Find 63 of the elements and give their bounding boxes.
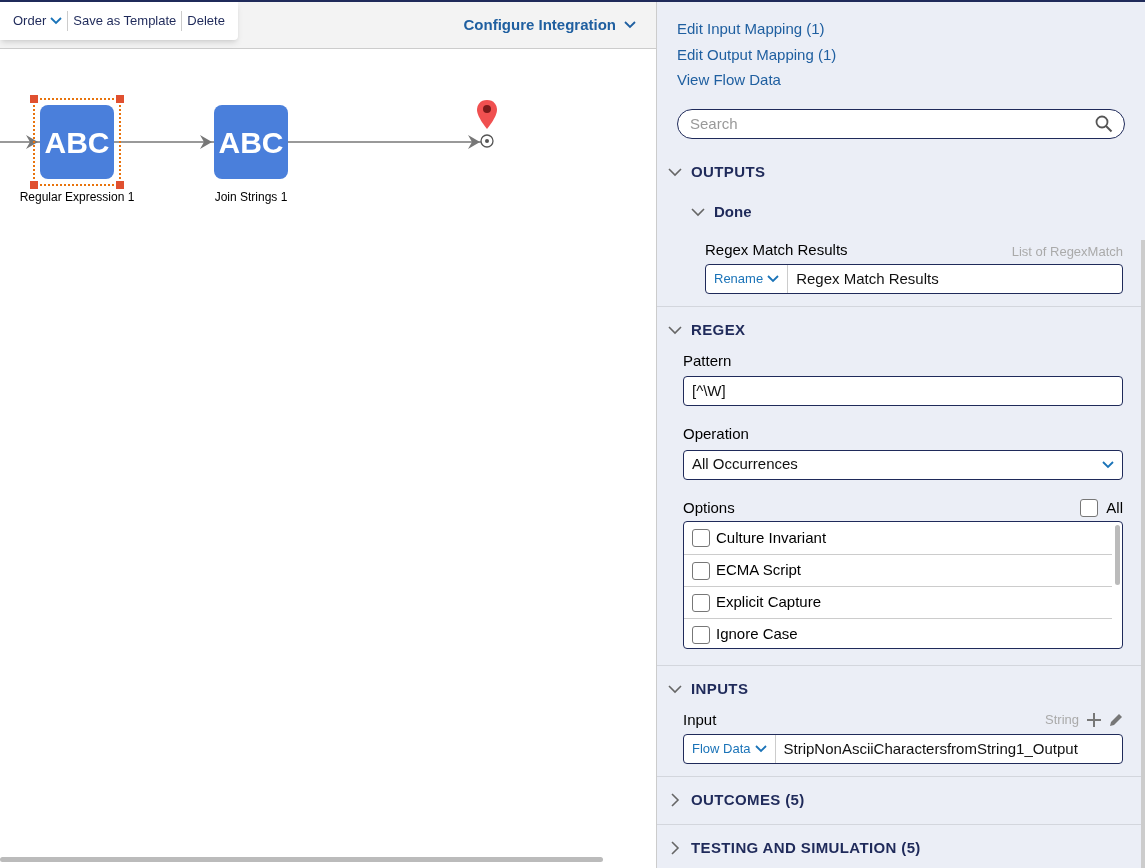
- mode-dropdown[interactable]: Flow Data: [684, 735, 776, 763]
- field-label: Input: [683, 709, 717, 730]
- pencil-icon[interactable]: [1109, 712, 1123, 727]
- caret-icon: [767, 275, 780, 283]
- caret-icon: [754, 745, 767, 753]
- pattern-input[interactable]: [^\W]: [683, 376, 1123, 406]
- checkbox[interactable]: [692, 625, 710, 644]
- mode-dropdown[interactable]: Rename: [706, 265, 789, 293]
- field-value: StripNonAsciiCharactersfromString1_Output: [782, 738, 1079, 759]
- horizontal-scrollbar[interactable]: [0, 857, 603, 862]
- node-label: Join Strings 1: [214, 189, 288, 206]
- section-title[interactable]: OUTCOMES (5): [691, 789, 805, 812]
- section-title[interactable]: INPUTS: [691, 678, 749, 701]
- field-value: Regex Match Results: [795, 268, 940, 289]
- search-icon[interactable]: [1095, 114, 1113, 133]
- option-label[interactable]: Culture Invariant: [716, 526, 827, 550]
- node-icon-text: ABC: [44, 124, 110, 161]
- field-label: Pattern: [683, 350, 733, 371]
- node-selection[interactable]: ABC: [207, 98, 295, 186]
- option-label[interactable]: ECMA Script: [716, 559, 802, 582]
- checkbox-label[interactable]: All: [1106, 496, 1123, 519]
- group-title[interactable]: Done: [714, 201, 752, 224]
- mapping-field[interactable]: Rename Regex Match Results: [705, 264, 1123, 294]
- section-title[interactable]: OUTPUTS: [691, 160, 766, 183]
- caret-icon: [624, 21, 636, 29]
- checkbox[interactable]: [692, 529, 710, 547]
- operation-dropdown[interactable]: All Occurrences: [683, 449, 1123, 480]
- caret-icon: [50, 17, 63, 25]
- end-pin-icon[interactable]: [476, 99, 498, 149]
- type-label: List of RegexMatch: [1011, 242, 1123, 261]
- node-icon-text: ABC: [218, 124, 284, 161]
- node-label: Regular Expression 1: [19, 189, 135, 206]
- checkbox[interactable]: [1080, 498, 1099, 517]
- plus-icon[interactable]: [1087, 712, 1101, 727]
- panel-link[interactable]: Edit Input Mapping (1): [677, 18, 1125, 41]
- node-tile[interactable]: ABC: [40, 105, 114, 179]
- section-title[interactable]: REGEX: [691, 319, 746, 342]
- search-field[interactable]: Search: [677, 108, 1125, 139]
- panel-link[interactable]: View Flow Data: [677, 69, 1125, 92]
- toolbar-button[interactable]: Delete: [187, 11, 225, 31]
- panel-scrollbar[interactable]: [1141, 240, 1145, 868]
- resize-handle[interactable]: [30, 181, 38, 189]
- checkbox[interactable]: [692, 593, 710, 612]
- resize-handle[interactable]: [116, 181, 124, 189]
- mapping-field[interactable]: Flow Data StripNonAsciiCharactersfromString1_Output: [683, 734, 1123, 764]
- resize-handle[interactable]: [30, 95, 38, 103]
- node-tile[interactable]: ABC: [214, 105, 288, 179]
- node-selection[interactable]: ABC: [33, 98, 121, 186]
- checkbox[interactable]: [692, 561, 710, 580]
- panel-link[interactable]: Edit Output Mapping (1): [677, 43, 1125, 66]
- option-label[interactable]: Explicit Capture: [716, 591, 822, 614]
- type-label: String: [1045, 711, 1079, 729]
- option-label[interactable]: Ignore Case: [716, 623, 798, 646]
- toolbar-button[interactable]: Save as Template: [73, 11, 177, 31]
- field-label: Regex Match Results: [705, 239, 848, 260]
- caret-icon: [1102, 460, 1114, 469]
- configure-integration-button[interactable]: Configure Integration: [463, 13, 636, 37]
- section-title[interactable]: TESTING AND SIMULATION (5): [691, 836, 921, 859]
- field-label: Options: [683, 497, 735, 518]
- resize-handle[interactable]: [116, 95, 124, 103]
- field-label: Operation: [683, 424, 750, 444]
- order-dropdown[interactable]: Order: [13, 11, 63, 31]
- list-scrollbar[interactable]: [1115, 525, 1120, 585]
